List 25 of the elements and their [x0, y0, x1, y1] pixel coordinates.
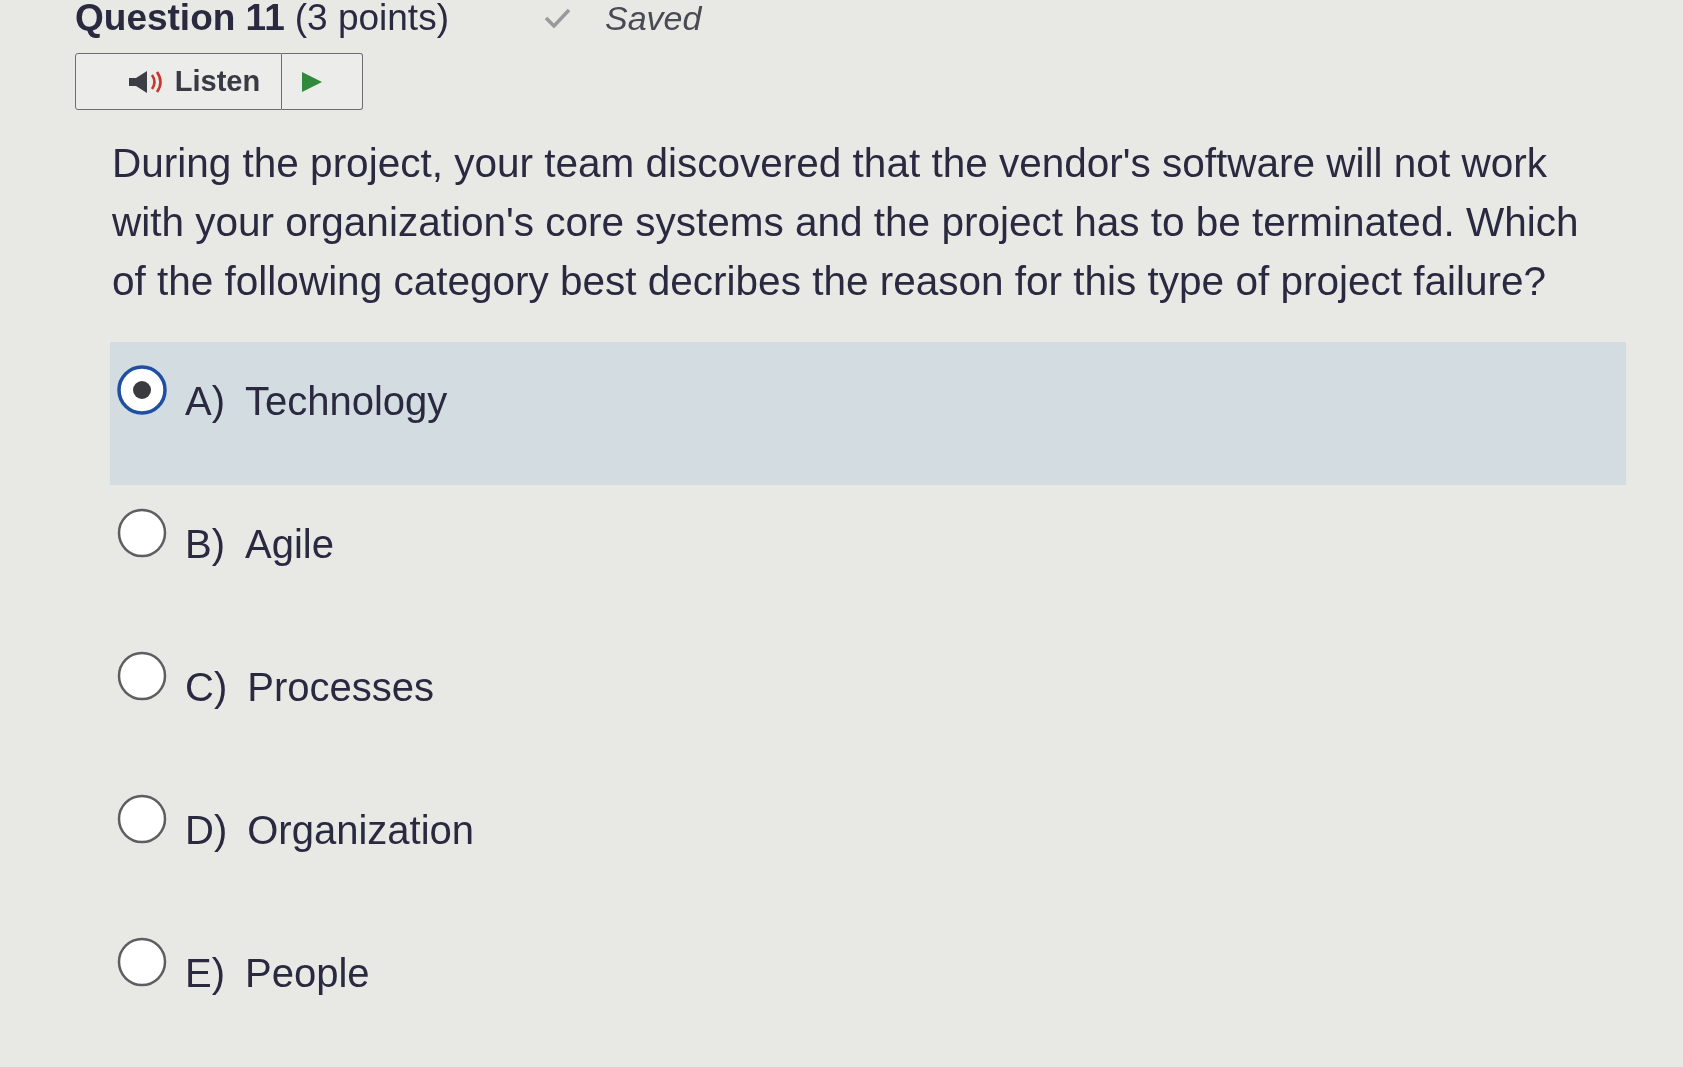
option-label: Technology	[245, 378, 448, 425]
option-letter: C)	[185, 664, 228, 711]
speaker-icon	[126, 68, 163, 95]
question-points: (3 points)	[294, 0, 449, 36]
question-title: Question 11	[75, 0, 285, 36]
option-letter: D)	[185, 807, 228, 854]
option-letter: E)	[185, 950, 225, 997]
check-icon	[543, 8, 571, 28]
radio-button[interactable]	[117, 794, 167, 844]
radio-button[interactable]	[117, 508, 167, 558]
radio-button[interactable]	[117, 365, 167, 415]
play-button[interactable]	[282, 53, 363, 110]
question-text: During the project, your team discovered that the vendor's software will not work with your organization's core systems and the project has to be terminated. Which of the following category best decribes the reason for this type of project failure?	[112, 139, 1580, 306]
listen-button[interactable]: Listen	[75, 53, 282, 110]
option-letter: B)	[185, 521, 225, 568]
option-label: Processes	[247, 664, 434, 711]
selected-answer-row[interactable]: A) Technology	[110, 342, 1626, 485]
option-letter: A)	[185, 378, 225, 425]
radio-button[interactable]	[117, 937, 167, 987]
option-label: Organization	[247, 807, 474, 854]
play-icon	[301, 70, 323, 93]
saved-status: Saved	[604, 0, 702, 36]
option-label: Agile	[245, 521, 334, 568]
radio-button[interactable]	[117, 651, 167, 701]
option-label: People	[245, 950, 370, 997]
